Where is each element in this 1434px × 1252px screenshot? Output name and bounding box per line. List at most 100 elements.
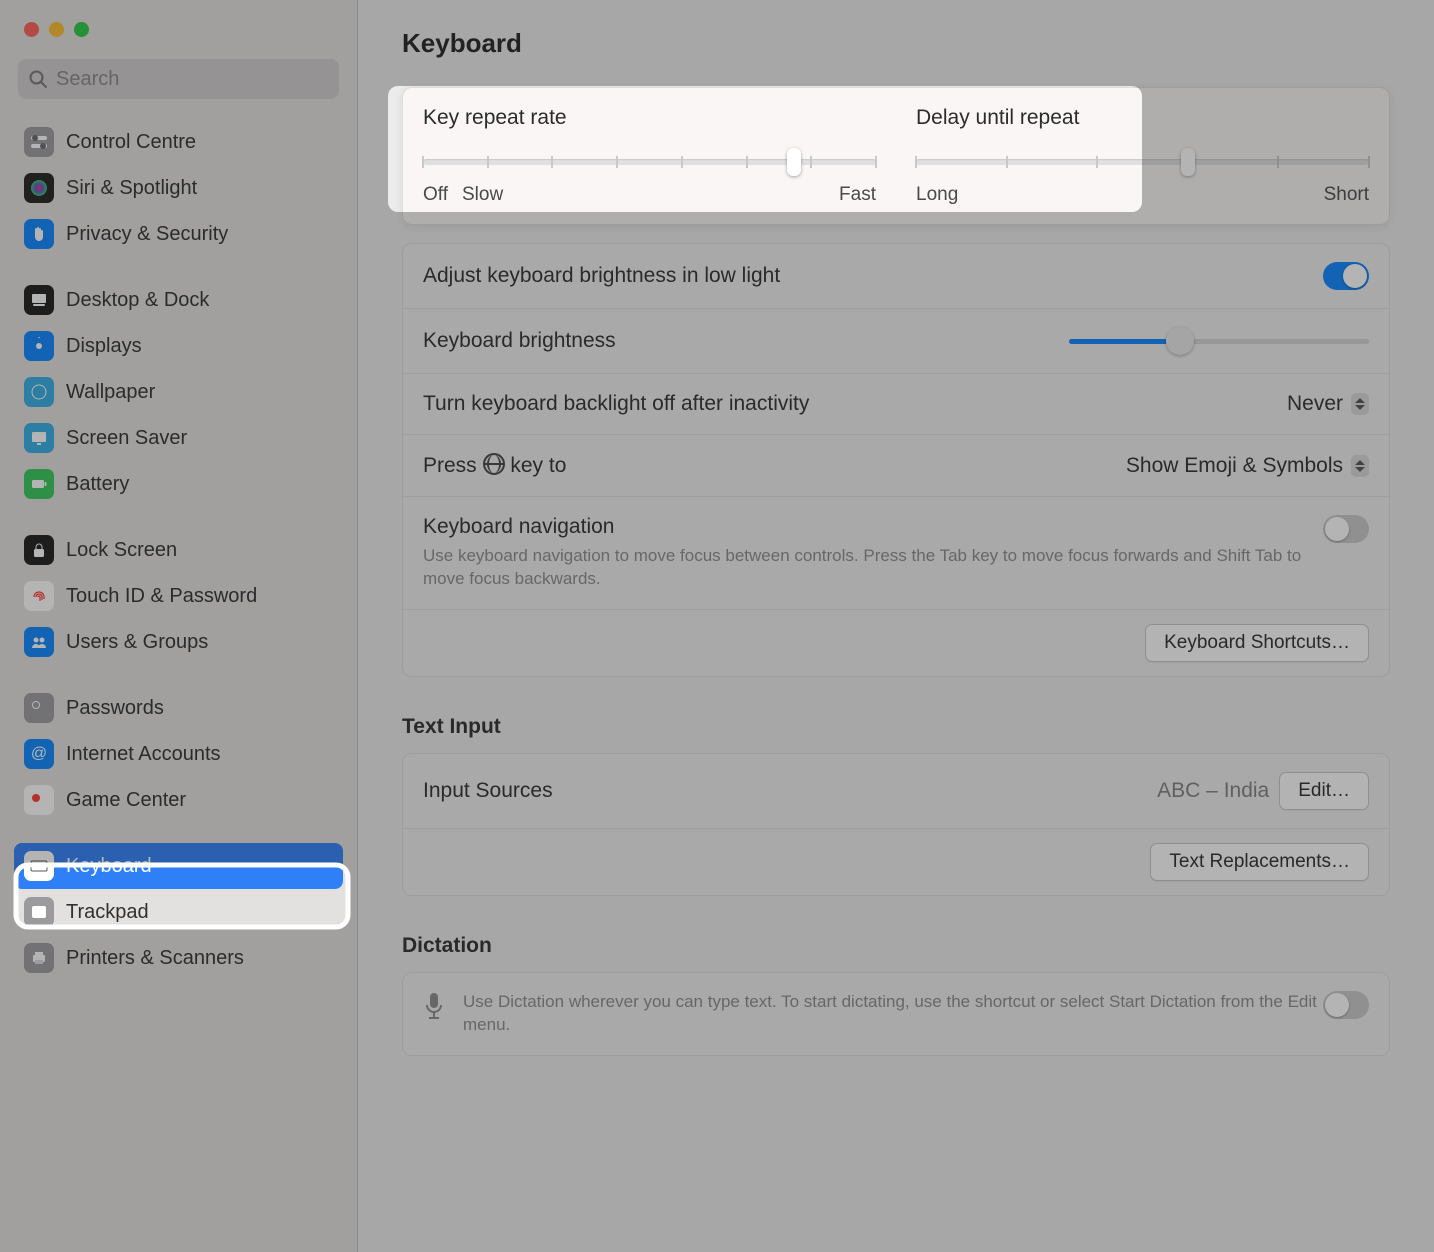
sidebar-item-label: Trackpad <box>66 901 149 924</box>
sidebar-item-label: Internet Accounts <box>66 743 221 766</box>
fingerprint-icon <box>24 581 54 611</box>
delay-until-repeat-slider[interactable] <box>916 156 1369 168</box>
sidebar-item-users-groups[interactable]: Users & Groups <box>14 619 343 665</box>
sidebar-item-desktop-dock[interactable]: Desktop & Dock <box>14 277 343 323</box>
fullscreen-window-button[interactable] <box>74 22 89 37</box>
slider-knob[interactable] <box>1181 148 1195 176</box>
sidebar-item-label: Desktop & Dock <box>66 289 209 312</box>
page-title: Keyboard <box>402 28 1390 59</box>
users-icon <box>24 627 54 657</box>
displays-icon <box>24 331 54 361</box>
backlight-off-label: Turn keyboard backlight off after inacti… <box>423 392 809 416</box>
slider-knob[interactable] <box>1166 327 1194 355</box>
sidebar-item-label: Screen Saver <box>66 427 187 450</box>
auto-brightness-row: Adjust keyboard brightness in low light <box>403 244 1389 308</box>
slider-label-fast: Fast <box>839 184 876 206</box>
input-sources-edit-button[interactable]: Edit… <box>1279 772 1369 810</box>
sidebar-item-printers-scanners[interactable]: Printers & Scanners <box>14 935 343 981</box>
sidebar: Control Centre Siri & Spotlight Privacy & … <box>0 0 358 1252</box>
keyboard-navigation-row: Keyboard navigation Use keyboard navigat… <box>403 496 1389 609</box>
sidebar-item-label: Game Center <box>66 789 186 812</box>
sidebar-item-game-center[interactable]: Game Center <box>14 777 343 823</box>
screensaver-icon <box>24 423 54 453</box>
sidebar-item-control-centre[interactable]: Control Centre <box>14 119 343 165</box>
sidebar-item-label: Printers & Scanners <box>66 947 244 970</box>
keyboard-navigation-toggle[interactable] <box>1323 515 1369 543</box>
text-replacements-button[interactable]: Text Replacements… <box>1150 843 1369 881</box>
sidebar-item-label: Touch ID & Password <box>66 585 257 608</box>
main-content[interactable]: Keyboard Key repeat rate Off Slow Fast D… <box>358 0 1434 1252</box>
keyboard-settings-panel: Adjust keyboard brightness in low light … <box>402 243 1390 677</box>
sidebar-item-label: Privacy & Security <box>66 223 228 246</box>
chevron-updown-icon <box>1351 393 1369 415</box>
slider-label-slow: Slow <box>462 184 503 206</box>
sidebar-item-label: Wallpaper <box>66 381 155 404</box>
gamecenter-icon <box>24 785 54 815</box>
sidebar-item-privacy-security[interactable]: Privacy & Security <box>14 211 343 257</box>
globe-key-label: Press key to <box>423 453 566 478</box>
backlight-off-value: Never <box>1287 392 1343 416</box>
keyboard-shortcuts-button[interactable]: Keyboard Shortcuts… <box>1145 624 1369 662</box>
sidebar-item-internet-accounts[interactable]: @ Internet Accounts <box>14 731 343 777</box>
backlight-off-dropdown[interactable]: Never <box>1287 392 1369 416</box>
sidebar-item-battery[interactable]: Battery <box>14 461 343 507</box>
sidebar-item-trackpad[interactable]: Trackpad <box>14 889 343 935</box>
input-sources-row: Input Sources ABC – India Edit… <box>403 754 1389 828</box>
keyboard-navigation-description: Use keyboard navigation to move focus be… <box>423 545 1323 591</box>
globe-key-dropdown[interactable]: Show Emoji & Symbols <box>1126 454 1369 478</box>
sidebar-item-lock-screen[interactable]: Lock Screen <box>14 527 343 573</box>
minimize-window-button[interactable] <box>49 22 64 37</box>
sidebar-item-label: Keyboard <box>66 855 152 878</box>
dictation-title: Dictation <box>402 934 1390 958</box>
microphone-icon <box>423 991 445 1021</box>
sidebar-item-siri-spotlight[interactable]: Siri & Spotlight <box>14 165 343 211</box>
keyboard-icon <box>24 851 54 881</box>
search-input[interactable] <box>56 68 329 91</box>
repeat-sliders-panel: Key repeat rate Off Slow Fast Delay unti… <box>402 87 1390 225</box>
sidebar-item-label: Battery <box>66 473 129 496</box>
sidebar-item-touch-id-password[interactable]: Touch ID & Password <box>14 573 343 619</box>
brightness-slider[interactable] <box>1069 327 1369 355</box>
text-input-title: Text Input <box>402 715 1390 739</box>
battery-icon <box>24 469 54 499</box>
text-input-panel: Input Sources ABC – India Edit… Text Rep… <box>402 753 1390 896</box>
sidebar-item-displays[interactable]: Displays <box>14 323 343 369</box>
trackpad-icon <box>24 897 54 927</box>
sidebar-item-wallpaper[interactable]: Wallpaper <box>14 369 343 415</box>
key-repeat-rate-label: Key repeat rate <box>423 106 876 130</box>
sidebar-item-label: Control Centre <box>66 131 196 154</box>
auto-brightness-label: Adjust keyboard brightness in low light <box>423 264 780 288</box>
slider-knob[interactable] <box>787 148 801 176</box>
globe-key-row: Press key to Show Emoji & Symbols <box>403 434 1389 496</box>
input-sources-label: Input Sources <box>423 779 553 803</box>
at-icon: @ <box>24 739 54 769</box>
dictation-panel: Use Dictation wherever you can type text… <box>402 972 1390 1056</box>
delay-until-repeat-block: Delay until repeat Long Short <box>916 106 1369 206</box>
globe-key-value: Show Emoji & Symbols <box>1126 454 1343 478</box>
key-icon <box>24 693 54 723</box>
sidebar-item-screen-saver[interactable]: Screen Saver <box>14 415 343 461</box>
window-controls <box>0 0 357 37</box>
sidebar-item-passwords[interactable]: Passwords <box>14 685 343 731</box>
search-icon <box>28 69 48 89</box>
sidebar-nav[interactable]: Control Centre Siri & Spotlight Privacy & … <box>0 109 357 1252</box>
dictation-toggle[interactable] <box>1323 991 1369 1019</box>
auto-brightness-toggle[interactable] <box>1323 262 1369 290</box>
hand-icon <box>24 219 54 249</box>
sidebar-item-label: Users & Groups <box>66 631 208 654</box>
key-repeat-rate-block: Key repeat rate Off Slow Fast <box>423 106 876 206</box>
printer-icon <box>24 943 54 973</box>
sidebar-item-label: Siri & Spotlight <box>66 177 197 200</box>
input-sources-value: ABC – India <box>1157 779 1269 803</box>
brightness-label: Keyboard brightness <box>423 329 616 353</box>
key-repeat-rate-slider[interactable] <box>423 156 876 168</box>
sidebar-item-keyboard[interactable]: Keyboard <box>14 843 343 889</box>
chevron-updown-icon <box>1351 455 1369 477</box>
dictation-description: Use Dictation wherever you can type text… <box>463 991 1323 1037</box>
close-window-button[interactable] <box>24 22 39 37</box>
wallpaper-icon <box>24 377 54 407</box>
sidebar-item-label: Displays <box>66 335 142 358</box>
dock-icon <box>24 285 54 315</box>
lock-icon <box>24 535 54 565</box>
search-field[interactable] <box>18 59 339 99</box>
